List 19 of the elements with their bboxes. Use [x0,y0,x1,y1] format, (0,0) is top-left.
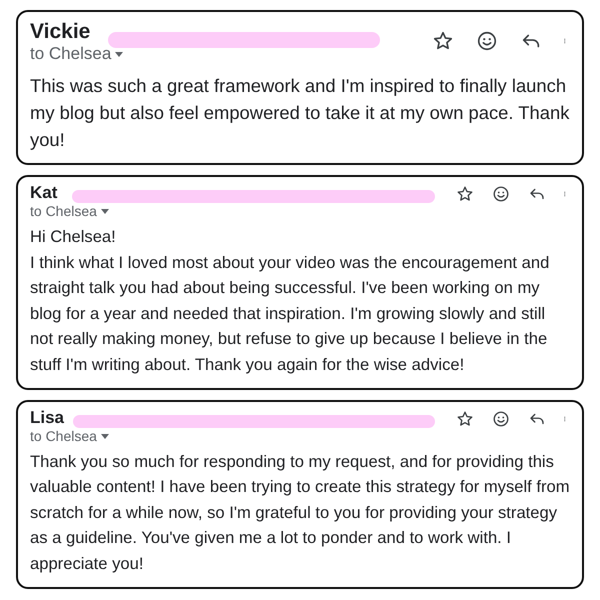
recipient-label[interactable]: to Chelsea [30,44,432,64]
message-text: Hi Chelsea! [30,226,117,248]
message-text: This was such a great framework and I'm inspired to finally launch my blog but also feel empowered to take it at my own pace. Thank you! [30,74,570,152]
star-icon[interactable] [432,30,454,52]
emoji-icon[interactable] [492,410,510,428]
emoji-icon[interactable] [492,185,510,203]
recipient-label[interactable]: to Chelsea [30,428,456,445]
sender-name: Vickie [30,20,90,44]
caret-icon[interactable] [100,434,109,439]
star-icon[interactable] [456,410,474,428]
emoji-icon[interactable] [476,30,498,52]
message-text: I think what I loved most about your video was the encouragement and straight talk you had about being successful. I've been working on my blog for a year and needed that inspiration. I'm growing slowly and still not really making money, but refuse to give up because I believe in the stuff I'm writing about. Thank you again for the wise advice! [30,252,550,376]
star-icon[interactable] [456,185,474,203]
caret-icon[interactable] [115,52,124,56]
caret-icon[interactable] [100,209,109,214]
sender-name: Kat [30,183,58,203]
recipient-label[interactable]: to Chelsea [30,203,456,220]
sender-name: Lisa [30,408,64,428]
message-text: Thank you so much for responding to my request, and for providing this valuable content! I have been trying to create this strategy for myself from scratch for a while now, so I'm grateful to you for providing your strategy as a guideline. You've given me a lot to ponder and to work with. I appreciate you! [30,450,570,575]
